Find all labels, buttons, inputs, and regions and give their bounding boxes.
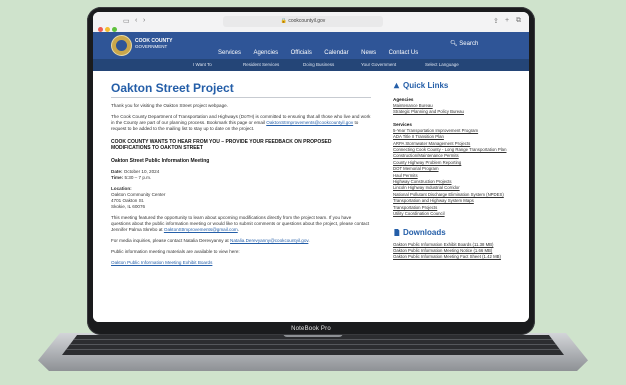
nav-officials[interactable]: Officials xyxy=(291,50,312,56)
sidebar: Quick Links Agencies Maintenance Bureau … xyxy=(393,81,517,261)
agency-link[interactable]: Strategic Planning and Policy Bureau xyxy=(393,109,517,115)
browser-toolbar: ▭ ‹ › 🔒 cookcountyil.gov ⇪ + ⧉ xyxy=(93,12,529,33)
exhibit-boards-paragraph: Oakton Public Information Meeting Exhibi… xyxy=(111,260,371,266)
materials-text: Public information meeting materials are… xyxy=(111,249,240,254)
tab-overview-icon[interactable]: ⧉ xyxy=(516,17,521,25)
laptop-scene: NoteBook Pro ▭ ‹ › 🔒 cookcountyil.gov ⇪ … xyxy=(0,0,626,385)
nav-contact-us[interactable]: Contact Us xyxy=(389,50,419,56)
laptop-brand-label: NoteBook Pro xyxy=(291,326,331,332)
page-title: Oakton Street Project xyxy=(111,81,371,98)
service-link[interactable]: Utility Coordination Council xyxy=(393,211,517,217)
time-value: 5:30 – 7 p.m. xyxy=(124,175,152,180)
feedback-heading: COOK COUNTY WANTS TO HEAR FROM YOU – PRO… xyxy=(111,139,332,151)
sidebar-toggle-icon[interactable]: ▭ xyxy=(123,17,130,25)
main-nav: Services Agencies Officials Calendar New… xyxy=(218,41,426,59)
page-content: Oakton Street Project Thank you for visi… xyxy=(93,71,529,322)
main-column: Oakton Street Project Thank you for visi… xyxy=(111,81,371,266)
subnav-select-language[interactable]: Select Language xyxy=(425,62,459,67)
org-subname[interactable]: GOVERNMENT xyxy=(135,44,167,50)
date-label: Date: xyxy=(111,169,123,174)
share-icon[interactable]: ⇪ xyxy=(493,17,499,25)
nav-calendar[interactable]: Calendar xyxy=(324,50,348,56)
laptop-screen: ▭ ‹ › 🔒 cookcountyil.gov ⇪ + ⧉ COOK COUN… xyxy=(93,12,529,322)
county-seal-icon[interactable] xyxy=(111,35,132,56)
subnav-your-government[interactable]: Your Government xyxy=(361,62,396,67)
location-line: 4701 Oakton St. xyxy=(111,198,145,203)
meeting-contact-text: This meeting featured the opportunity to… xyxy=(111,215,370,232)
exhibit-boards-link[interactable]: Oakton Public Information Meeting Exhibi… xyxy=(111,260,212,265)
nav-news[interactable]: News xyxy=(361,50,376,56)
meeting-location: Location: Oakton Community Center 4701 O… xyxy=(111,186,371,210)
nav-agencies[interactable]: Agencies xyxy=(253,50,278,56)
location-line: Skokie, IL 60076 xyxy=(111,204,146,209)
meeting-date-time: Date: October 10, 2024 Time: 5:30 – 7 p.… xyxy=(111,169,371,181)
nav-services[interactable]: Services xyxy=(218,50,241,56)
downloads-heading: Downloads xyxy=(393,228,517,238)
media-text: For media inquiries, please contact Nata… xyxy=(111,238,229,243)
address-bar[interactable]: 🔒 cookcountyil.gov xyxy=(223,16,383,27)
intro-text: Thank you for visiting the Oakton Street… xyxy=(111,103,228,108)
secondary-nav: I Want To Resident Services Doing Busine… xyxy=(93,59,529,71)
mailing-list-paragraph: The Cook County Department of Transporta… xyxy=(111,114,371,132)
meeting-heading: Oakton Street Public Information Meeting xyxy=(111,158,210,164)
date-value: October 10, 2024 xyxy=(123,169,160,174)
laptop-keyboard xyxy=(62,335,564,355)
downloads-title: Downloads xyxy=(403,227,446,237)
location-line: Oakton Community Center xyxy=(111,192,166,197)
mailing-email-link[interactable]: OaktonStImprovements@cookcountyil.gov xyxy=(266,120,353,125)
subnav-resident-services[interactable]: Resident Services xyxy=(243,62,279,67)
address-text: cookcountyil.gov xyxy=(288,18,326,24)
quick-links-icon xyxy=(393,82,400,89)
quick-links-heading: Quick Links xyxy=(393,81,517,91)
search-icon: 🔍︎ xyxy=(450,41,458,47)
search-label: Search xyxy=(459,41,479,47)
media-email-link[interactable]: Natalia.Derevyanny@cookcountyil.gov xyxy=(230,238,308,243)
meeting-contact-email-link[interactable]: OaktonStImprovements@gmail.com xyxy=(164,227,238,232)
media-paragraph: For media inquiries, please contact Nata… xyxy=(111,238,310,243)
new-tab-icon[interactable]: + xyxy=(505,17,509,24)
download-link[interactable]: Oakton Public Information Meeting Fact S… xyxy=(393,254,517,260)
site-search[interactable]: 🔍︎ Search xyxy=(450,40,510,50)
back-icon[interactable]: ‹ xyxy=(135,17,137,24)
lock-icon: 🔒 xyxy=(280,18,287,24)
subnav-i-want-to[interactable]: I Want To xyxy=(193,62,212,67)
forward-icon[interactable]: › xyxy=(143,17,145,24)
meeting-contact-paragraph: This meeting featured the opportunity to… xyxy=(111,215,370,232)
time-label: Time: xyxy=(111,175,124,180)
quick-links-title: Quick Links xyxy=(403,81,449,90)
document-icon xyxy=(394,228,400,236)
site-header: COOK COUNTY GOVERNMENT Services Agencies… xyxy=(93,32,529,59)
subnav-doing-business[interactable]: Doing Business xyxy=(303,62,334,67)
location-label: Location: xyxy=(111,186,132,191)
